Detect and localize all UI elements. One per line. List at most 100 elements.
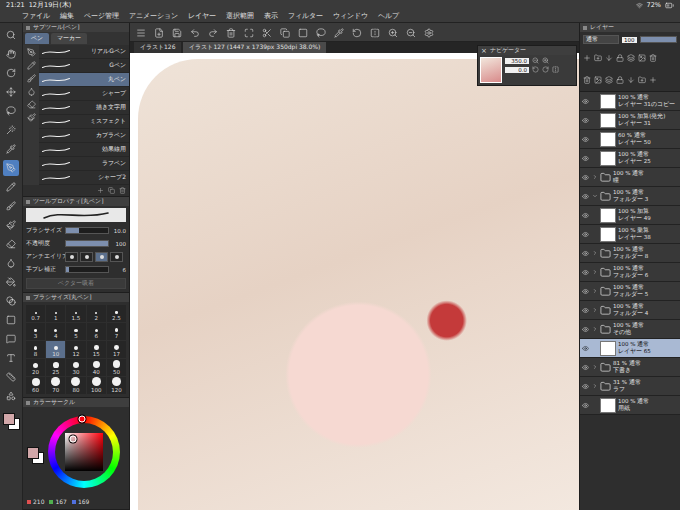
gradient-tool-button[interactable] — [3, 293, 19, 309]
brush-item[interactable]: リアルGペン — [39, 45, 129, 59]
brush-size-cell[interactable]: 15 — [87, 341, 106, 358]
property-slider[interactable]: 100 — [65, 240, 126, 247]
expand-toggle[interactable] — [592, 250, 598, 256]
hand-tool-button[interactable] — [3, 46, 19, 62]
sub-tool-tab[interactable]: ペン — [25, 33, 49, 44]
saturation-value-square[interactable] — [65, 433, 103, 471]
brush-size-cell[interactable]: 1 — [46, 305, 65, 322]
brush-size-cell[interactable]: 40 — [87, 359, 106, 376]
lock-option-button[interactable] — [616, 69, 624, 88]
layers-button[interactable] — [627, 47, 635, 66]
lock-button[interactable] — [616, 47, 624, 66]
zoom-field[interactable]: 350.0 — [505, 58, 529, 64]
layers-option-button[interactable] — [605, 69, 613, 88]
visibility-toggle[interactable] — [580, 364, 590, 371]
merge-down-button[interactable] — [605, 47, 613, 66]
menu-item[interactable]: ヘルプ — [378, 11, 399, 21]
close-button[interactable]: × — [481, 47, 487, 55]
visibility-toggle[interactable] — [580, 288, 590, 295]
zoom-in-button[interactable] — [388, 23, 398, 42]
brush-size-cell[interactable]: 20 — [26, 359, 45, 376]
property-row[interactable]: ブラシサイズ10.0 — [23, 224, 129, 237]
brush-size-cell[interactable]: 1.5 — [66, 305, 85, 322]
folder-row[interactable]: 81 % 通常下書き — [580, 358, 680, 377]
property-row[interactable]: アンチエイリアス — [23, 250, 129, 263]
folder-row[interactable]: 100 % 通常フォルダー 6 — [580, 263, 680, 282]
layer-row[interactable]: 100 % 通常用紙 — [580, 396, 680, 415]
expand-toggle[interactable] — [592, 174, 598, 180]
ruler-tool-button[interactable] — [3, 369, 19, 385]
brush-item[interactable]: Gペン — [39, 59, 129, 73]
brush-size-cell[interactable]: 10 — [46, 341, 65, 358]
brush-size-cell[interactable]: 25 — [46, 359, 65, 376]
cut-button[interactable] — [262, 23, 272, 42]
new-folder-button[interactable] — [594, 47, 602, 66]
balloon-tool-button[interactable] — [3, 331, 19, 347]
menu-item[interactable]: ページ管理 — [84, 11, 119, 21]
brush-item[interactable]: 効果線用 — [39, 143, 129, 157]
pen-tool-button[interactable] — [3, 160, 19, 176]
brush-item[interactable]: ラフペン — [39, 157, 129, 171]
copy-button[interactable] — [280, 23, 290, 42]
property-row[interactable]: 不透明度100 — [23, 237, 129, 250]
navigator-preview[interactable] — [480, 57, 502, 83]
zoom-out-button[interactable] — [406, 23, 416, 42]
zoom-tool-button[interactable] — [3, 27, 19, 43]
brush-size-cell[interactable]: 50 — [107, 359, 126, 376]
brush-item[interactable]: カブラペン — [39, 129, 129, 143]
property-slider[interactable]: 6 — [65, 266, 126, 273]
menu-item[interactable]: 表示 — [264, 11, 278, 21]
brush-size-cell[interactable]: 80 — [66, 377, 85, 394]
text-tool-button[interactable] — [3, 350, 19, 366]
lasso-button[interactable] — [316, 23, 326, 42]
folder-row[interactable]: 100 % 通常瞳 — [580, 168, 680, 187]
brush-size-cell[interactable]: 100 — [87, 377, 106, 394]
antialias-option[interactable] — [110, 252, 123, 262]
brush-size-cell[interactable]: 8 — [26, 341, 45, 358]
angle-field[interactable]: 0.0 — [505, 67, 529, 73]
layer-row[interactable]: 100 % 加算レイヤー 49 — [580, 206, 680, 225]
rotate-tool-button[interactable] — [3, 65, 19, 81]
eyedropper-tool-button[interactable] — [3, 141, 19, 157]
folder-row[interactable]: 100 % 通常フォルダー 5 — [580, 282, 680, 301]
brush-size-cell[interactable]: 30 — [66, 359, 85, 376]
new-file-button[interactable] — [154, 23, 164, 42]
eyedropper-button[interactable] — [334, 23, 344, 42]
layer-row[interactable]: 100 % 通常レイヤー 65 — [580, 339, 680, 358]
menu-item[interactable]: 編集 — [60, 11, 74, 21]
move-tool-button[interactable] — [3, 84, 19, 100]
visibility-toggle[interactable] — [580, 250, 590, 257]
folder-row[interactable]: 31 % 通常ラフ — [580, 377, 680, 396]
pencil-tool-button[interactable] — [3, 179, 19, 195]
expand-toggle[interactable] — [592, 193, 598, 199]
visibility-toggle[interactable] — [580, 212, 590, 219]
brush-size-cell[interactable]: 2.5 — [107, 305, 126, 322]
undo-button[interactable] — [190, 23, 200, 42]
folder-row[interactable]: 100 % 通常フォルダー 3 — [580, 187, 680, 206]
visibility-toggle[interactable] — [580, 98, 590, 105]
brush-size-cell[interactable]: 70 — [46, 377, 65, 394]
brush-size-cell[interactable]: 0.7 — [26, 305, 45, 322]
visibility-toggle[interactable] — [580, 345, 590, 352]
merge-down-option-button[interactable] — [627, 69, 635, 88]
menu-item[interactable]: ファイル — [22, 11, 50, 21]
visibility-toggle[interactable] — [580, 307, 590, 314]
new-layer-button[interactable] — [583, 47, 591, 66]
settings-button[interactable] — [424, 23, 434, 42]
visibility-toggle[interactable] — [580, 193, 590, 200]
flip-button[interactable] — [370, 23, 380, 42]
expand-toggle[interactable] — [592, 326, 598, 332]
blend-mode-select[interactable]: 通常 — [583, 35, 619, 44]
visibility-toggle[interactable] — [580, 117, 590, 124]
antialias-option[interactable] — [65, 252, 78, 262]
layer-row[interactable]: 60 % 通常レイヤー 50 — [580, 130, 680, 149]
brush-size-cell[interactable]: 3 — [26, 323, 45, 340]
layer-row[interactable]: 100 % 乗算レイヤー 38 — [580, 225, 680, 244]
menu-item[interactable]: レイヤー — [188, 11, 216, 21]
visibility-toggle[interactable] — [580, 402, 590, 409]
illustration[interactable] — [138, 59, 579, 510]
fit-button[interactable] — [244, 23, 254, 42]
folder-row[interactable]: 100 % 通常フォルダー 8 — [580, 244, 680, 263]
visibility-toggle[interactable] — [580, 231, 590, 238]
brush-size-cell[interactable]: 2 — [87, 305, 106, 322]
